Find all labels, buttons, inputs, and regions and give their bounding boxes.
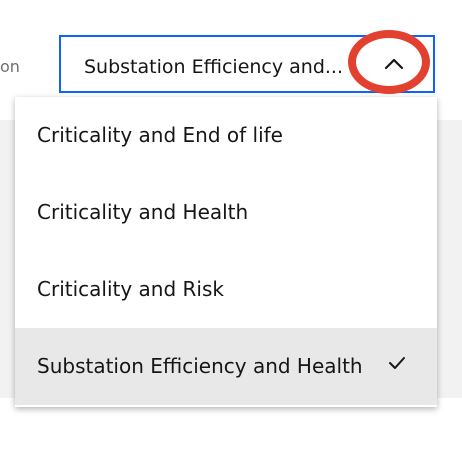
dropdown-option-substation-efficiency-health[interactable]: Substation Efficiency and Health: [15, 328, 437, 405]
dropdown-option-label: Substation Efficiency and Health: [37, 354, 363, 378]
dropdown-option-criticality-health[interactable]: Criticality and Health: [15, 174, 437, 251]
dropdown-option-criticality-end-of-life[interactable]: Criticality and End of life: [15, 97, 437, 174]
dropdown-option-criticality-risk[interactable]: Criticality and Risk: [15, 251, 437, 328]
checkmark-icon: [387, 354, 407, 372]
dropdown-option-label: Criticality and Health: [37, 200, 249, 224]
field-label-fragment: on: [0, 57, 20, 76]
dropdown-option-label: Criticality and End of life: [37, 123, 283, 147]
dropdown-option-label: Criticality and Risk: [37, 277, 224, 301]
dropdown-selected-value: Substation Efficiency and...: [84, 56, 344, 78]
dropdown-menu: Criticality and End of life Criticality …: [15, 97, 437, 407]
chevron-up-icon[interactable]: [379, 51, 409, 77]
dropdown-select[interactable]: Substation Efficiency and...: [59, 35, 435, 93]
